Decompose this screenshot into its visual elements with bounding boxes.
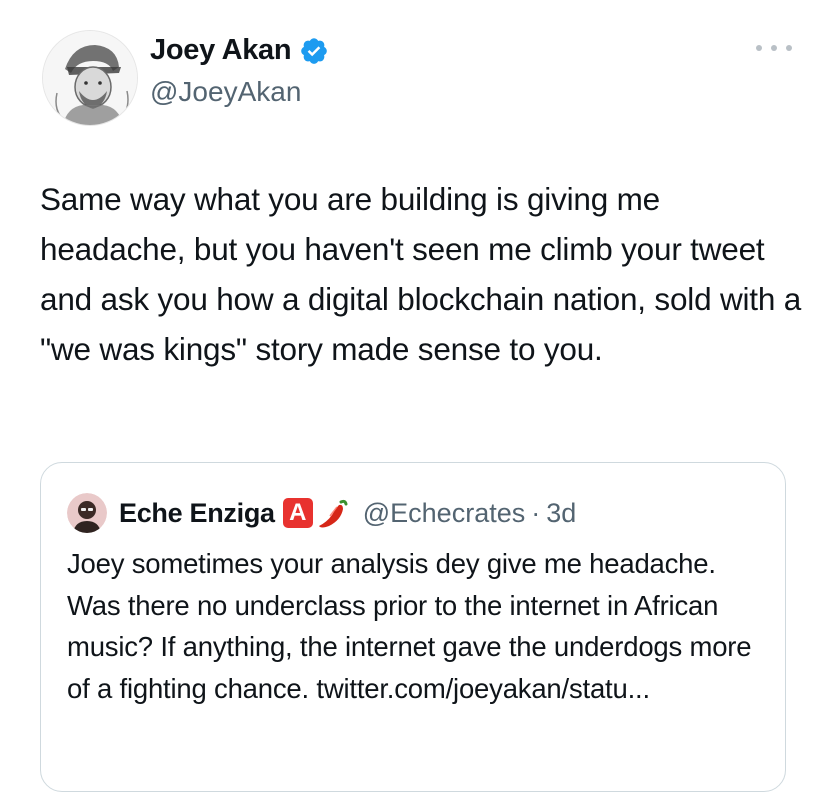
quoted-tweet-text: Joey sometimes your analysis dey give me… <box>67 548 752 704</box>
quoted-tweet-card[interactable]: Eche Enziga A @Echecrates · 3d Joey some… <box>40 462 786 792</box>
quoted-author-avatar[interactable] <box>67 493 107 533</box>
quoted-author-handle[interactable]: @Echecrates <box>363 498 525 529</box>
author-name-row: Joey Akan <box>150 34 329 67</box>
quoted-tweet-time[interactable]: 3d <box>546 498 576 529</box>
author-handle[interactable]: @JoeyAkan <box>150 76 301 108</box>
author-avatar[interactable] <box>42 30 138 126</box>
more-options-icon[interactable] <box>756 38 792 58</box>
avatar-sketch-icon <box>43 31 137 125</box>
chili-pepper-icon <box>315 496 349 530</box>
tweet-text: Same way what you are building is giving… <box>40 181 802 367</box>
verified-badge-icon <box>299 36 329 66</box>
author-name[interactable]: Joey Akan <box>150 34 292 67</box>
quoted-tweet-header: Eche Enziga A @Echecrates · 3d <box>67 493 576 533</box>
a-button-badge-icon: A <box>282 498 313 528</box>
tweet: Joey Akan @JoeyAkan Same way what you ar… <box>0 0 828 792</box>
quoted-author-name[interactable]: Eche Enziga <box>119 498 275 529</box>
separator-dot: · <box>531 497 541 528</box>
